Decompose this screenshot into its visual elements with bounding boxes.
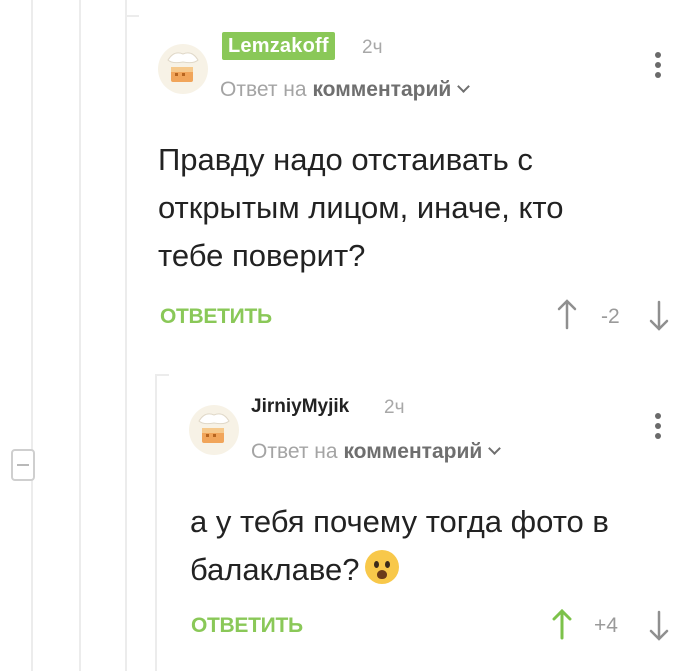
thread-line: [79, 0, 81, 671]
upvote-arrow-icon[interactable]: [552, 608, 572, 640]
cake-avatar-icon[interactable]: [189, 405, 239, 455]
downvote-arrow-icon[interactable]: [649, 300, 669, 332]
thread-connector: [155, 374, 169, 376]
more-options-icon[interactable]: [655, 52, 663, 82]
upvote-arrow-icon[interactable]: [557, 298, 577, 330]
comment-text: Правду надо отстаивать с открытым лицом,…: [158, 142, 564, 273]
score: +4: [594, 614, 618, 637]
thread-line: [155, 374, 157, 671]
thread-line: [31, 0, 33, 671]
reply-prefix: Ответ на: [220, 78, 307, 101]
reply-to-link[interactable]: Ответ на комментарий: [220, 78, 471, 102]
author-name[interactable]: Lemzakoff: [222, 32, 335, 60]
thread-connector: [125, 15, 139, 17]
reply-button[interactable]: ОТВЕТИТЬ: [160, 305, 272, 329]
reply-to-link[interactable]: Ответ на комментарий: [251, 440, 502, 464]
more-options-icon[interactable]: [655, 413, 663, 443]
reply-target: комментарий: [343, 440, 483, 463]
reply-button[interactable]: ОТВЕТИТЬ: [191, 614, 303, 638]
frowning-face-emoji: [365, 550, 400, 584]
timestamp: 2ч: [362, 37, 383, 58]
comment-text: а у тебя почему тогда фото в балаклаве?: [190, 498, 660, 594]
cake-avatar-icon[interactable]: [158, 44, 208, 94]
collapse-thread-button[interactable]: [11, 449, 35, 481]
author-name[interactable]: JirniyMyjik: [251, 396, 349, 418]
reply-target: комментарий: [312, 78, 452, 101]
reply-prefix: Ответ на: [251, 440, 338, 463]
score: -2: [601, 305, 620, 328]
timestamp: 2ч: [384, 397, 405, 418]
chevron-down-icon: [488, 442, 502, 455]
downvote-arrow-icon[interactable]: [649, 610, 669, 642]
thread-line: [125, 0, 127, 671]
chevron-down-icon: [457, 80, 471, 93]
comment-text-content: а у тебя почему тогда фото в балаклаве?: [190, 504, 609, 587]
